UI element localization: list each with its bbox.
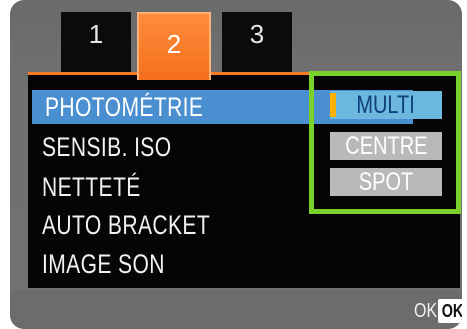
tab-2-label: 2	[166, 29, 182, 59]
option-centre-label: CENTRE	[344, 132, 428, 160]
tab-2[interactable]: 2	[137, 12, 211, 80]
menu-item-label: PHOTOMÉTRIE	[45, 92, 204, 122]
menu-item-nettete[interactable]: NETTETÉ	[42, 170, 141, 204]
option-centre[interactable]: CENTRE	[330, 132, 442, 160]
tab-3-label: 3	[249, 19, 265, 49]
ok-button[interactable]: OK	[438, 299, 462, 323]
option-multi-label: MULTI	[356, 91, 416, 119]
menu-item-sensib-iso[interactable]: SENSIB. ISO	[42, 130, 172, 164]
tab-1-label: 1	[88, 19, 104, 49]
option-spot[interactable]: SPOT	[330, 168, 442, 196]
ok-hint-label: OK	[414, 300, 438, 322]
tab-1[interactable]: 1	[61, 12, 131, 72]
menu-item-image-son[interactable]: IMAGE SON	[42, 247, 165, 281]
option-spot-label: SPOT	[358, 168, 414, 196]
camera-screen: 1 2 3 PHOTOMÉTRIE SENSIB. ISO NETTETÉ AU…	[0, 0, 467, 329]
footer-bar	[10, 290, 462, 329]
ok-button-label: OK	[441, 301, 462, 321]
option-multi[interactable]: MULTI	[330, 91, 442, 119]
menu-item-auto-bracket[interactable]: AUTO BRACKET	[42, 208, 210, 242]
tab-3[interactable]: 3	[222, 12, 292, 72]
